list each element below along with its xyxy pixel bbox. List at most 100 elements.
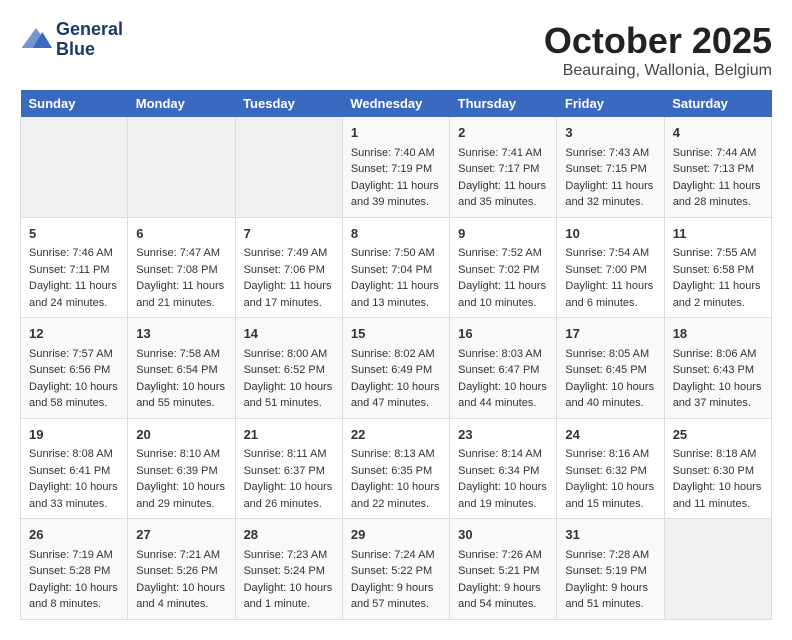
day-info-line: Sunset: 7:11 PM	[29, 262, 119, 279]
logo-icon	[20, 24, 52, 56]
day-info-line: Daylight: 11 hours	[458, 178, 548, 195]
day-info-line: Daylight: 10 hours	[458, 479, 548, 496]
calendar-cell: 28Sunrise: 7:23 AMSunset: 5:24 PMDayligh…	[235, 519, 342, 620]
calendar-cell: 6Sunrise: 7:47 AMSunset: 7:08 PMDaylight…	[128, 217, 235, 318]
day-info-line: Sunrise: 8:11 AM	[244, 446, 334, 463]
weekday-header-monday: Monday	[128, 90, 235, 117]
day-info-line: and 15 minutes.	[565, 496, 655, 513]
day-info-line: Daylight: 9 hours	[351, 580, 441, 597]
day-info-line: Sunset: 6:32 PM	[565, 463, 655, 480]
day-number: 4	[673, 123, 763, 143]
day-info-line: and 32 minutes.	[565, 194, 655, 211]
day-info-line: Daylight: 10 hours	[244, 379, 334, 396]
calendar-cell: 24Sunrise: 8:16 AMSunset: 6:32 PMDayligh…	[557, 418, 664, 519]
day-info-line: and 6 minutes.	[565, 295, 655, 312]
day-number: 26	[29, 525, 119, 545]
day-info-line: Sunrise: 8:05 AM	[565, 346, 655, 363]
day-info-line: Daylight: 10 hours	[673, 479, 763, 496]
day-info-line: Sunset: 7:15 PM	[565, 161, 655, 178]
calendar-cell: 5Sunrise: 7:46 AMSunset: 7:11 PMDaylight…	[21, 217, 128, 318]
day-info-line: Daylight: 11 hours	[565, 178, 655, 195]
day-info-line: Daylight: 10 hours	[673, 379, 763, 396]
day-info-line: Sunset: 6:56 PM	[29, 362, 119, 379]
day-info-line: Daylight: 10 hours	[565, 479, 655, 496]
day-info-line: Sunset: 5:24 PM	[244, 563, 334, 580]
calendar-cell: 19Sunrise: 8:08 AMSunset: 6:41 PMDayligh…	[21, 418, 128, 519]
day-info-line: and 28 minutes.	[673, 194, 763, 211]
calendar-cell: 12Sunrise: 7:57 AMSunset: 6:56 PMDayligh…	[21, 318, 128, 419]
day-info-line: and 40 minutes.	[565, 395, 655, 412]
day-info-line: Sunrise: 7:52 AM	[458, 245, 548, 262]
day-info-line: Sunrise: 7:24 AM	[351, 547, 441, 564]
day-info-line: Sunset: 6:52 PM	[244, 362, 334, 379]
day-info-line: and 26 minutes.	[244, 496, 334, 513]
day-info-line: Daylight: 10 hours	[244, 580, 334, 597]
calendar-cell: 22Sunrise: 8:13 AMSunset: 6:35 PMDayligh…	[342, 418, 449, 519]
day-info-line: Sunset: 6:30 PM	[673, 463, 763, 480]
day-number: 31	[565, 525, 655, 545]
day-info-line: Sunrise: 8:14 AM	[458, 446, 548, 463]
calendar-cell: 10Sunrise: 7:54 AMSunset: 7:00 PMDayligh…	[557, 217, 664, 318]
day-info-line: and 29 minutes.	[136, 496, 226, 513]
day-number: 6	[136, 224, 226, 244]
day-info-line: Sunset: 7:00 PM	[565, 262, 655, 279]
day-info-line: and 57 minutes.	[351, 596, 441, 613]
calendar-cell: 7Sunrise: 7:49 AMSunset: 7:06 PMDaylight…	[235, 217, 342, 318]
day-info-line: Sunrise: 7:54 AM	[565, 245, 655, 262]
day-info-line: and 54 minutes.	[458, 596, 548, 613]
day-info-line: Sunrise: 8:08 AM	[29, 446, 119, 463]
day-info-line: and 37 minutes.	[673, 395, 763, 412]
day-info-line: Sunset: 7:17 PM	[458, 161, 548, 178]
day-info-line: and 2 minutes.	[673, 295, 763, 312]
calendar-cell: 18Sunrise: 8:06 AMSunset: 6:43 PMDayligh…	[664, 318, 771, 419]
day-number: 13	[136, 324, 226, 344]
day-info-line: Daylight: 11 hours	[565, 278, 655, 295]
title-area: October 2025 Beauraing, Wallonia, Belgiu…	[544, 20, 772, 80]
calendar-body: 1Sunrise: 7:40 AMSunset: 7:19 PMDaylight…	[21, 117, 772, 619]
day-info-line: Sunrise: 8:06 AM	[673, 346, 763, 363]
day-info-line: Sunrise: 7:28 AM	[565, 547, 655, 564]
day-number: 5	[29, 224, 119, 244]
calendar-week-row: 26Sunrise: 7:19 AMSunset: 5:28 PMDayligh…	[21, 519, 772, 620]
calendar-cell: 13Sunrise: 7:58 AMSunset: 6:54 PMDayligh…	[128, 318, 235, 419]
day-number: 24	[565, 425, 655, 445]
day-info-line: Sunset: 6:34 PM	[458, 463, 548, 480]
day-number: 15	[351, 324, 441, 344]
calendar-cell: 9Sunrise: 7:52 AMSunset: 7:02 PMDaylight…	[450, 217, 557, 318]
day-info-line: Sunrise: 7:49 AM	[244, 245, 334, 262]
day-info-line: and 35 minutes.	[458, 194, 548, 211]
day-info-line: Daylight: 10 hours	[565, 379, 655, 396]
location-subtitle: Beauraing, Wallonia, Belgium	[544, 62, 772, 80]
calendar-cell: 11Sunrise: 7:55 AMSunset: 6:58 PMDayligh…	[664, 217, 771, 318]
logo-text: General Blue	[56, 20, 123, 60]
calendar-cell: 8Sunrise: 7:50 AMSunset: 7:04 PMDaylight…	[342, 217, 449, 318]
day-info-line: Sunrise: 8:10 AM	[136, 446, 226, 463]
calendar-week-row: 1Sunrise: 7:40 AMSunset: 7:19 PMDaylight…	[21, 117, 772, 217]
calendar-cell	[128, 117, 235, 217]
day-info-line: Daylight: 11 hours	[673, 178, 763, 195]
day-info-line: Sunrise: 7:21 AM	[136, 547, 226, 564]
day-info-line: Daylight: 10 hours	[29, 479, 119, 496]
calendar-cell: 30Sunrise: 7:26 AMSunset: 5:21 PMDayligh…	[450, 519, 557, 620]
day-info-line: Sunset: 6:47 PM	[458, 362, 548, 379]
day-info-line: Daylight: 10 hours	[136, 580, 226, 597]
day-info-line: Sunset: 6:35 PM	[351, 463, 441, 480]
calendar-cell: 25Sunrise: 8:18 AMSunset: 6:30 PMDayligh…	[664, 418, 771, 519]
day-info-line: Daylight: 10 hours	[29, 379, 119, 396]
day-info-line: Sunset: 6:49 PM	[351, 362, 441, 379]
day-info-line: and 39 minutes.	[351, 194, 441, 211]
day-info-line: Sunset: 6:43 PM	[673, 362, 763, 379]
calendar-cell: 1Sunrise: 7:40 AMSunset: 7:19 PMDaylight…	[342, 117, 449, 217]
calendar-header: SundayMondayTuesdayWednesdayThursdayFrid…	[21, 90, 772, 117]
day-info-line: Daylight: 11 hours	[29, 278, 119, 295]
calendar-cell: 26Sunrise: 7:19 AMSunset: 5:28 PMDayligh…	[21, 519, 128, 620]
day-info-line: Sunrise: 7:47 AM	[136, 245, 226, 262]
day-info-line: Sunrise: 7:44 AM	[673, 145, 763, 162]
day-info-line: and 24 minutes.	[29, 295, 119, 312]
calendar-table: SundayMondayTuesdayWednesdayThursdayFrid…	[20, 90, 772, 620]
day-info-line: and 55 minutes.	[136, 395, 226, 412]
calendar-cell: 17Sunrise: 8:05 AMSunset: 6:45 PMDayligh…	[557, 318, 664, 419]
day-info-line: Sunset: 7:08 PM	[136, 262, 226, 279]
calendar-cell: 14Sunrise: 8:00 AMSunset: 6:52 PMDayligh…	[235, 318, 342, 419]
day-info-line: Daylight: 10 hours	[351, 479, 441, 496]
